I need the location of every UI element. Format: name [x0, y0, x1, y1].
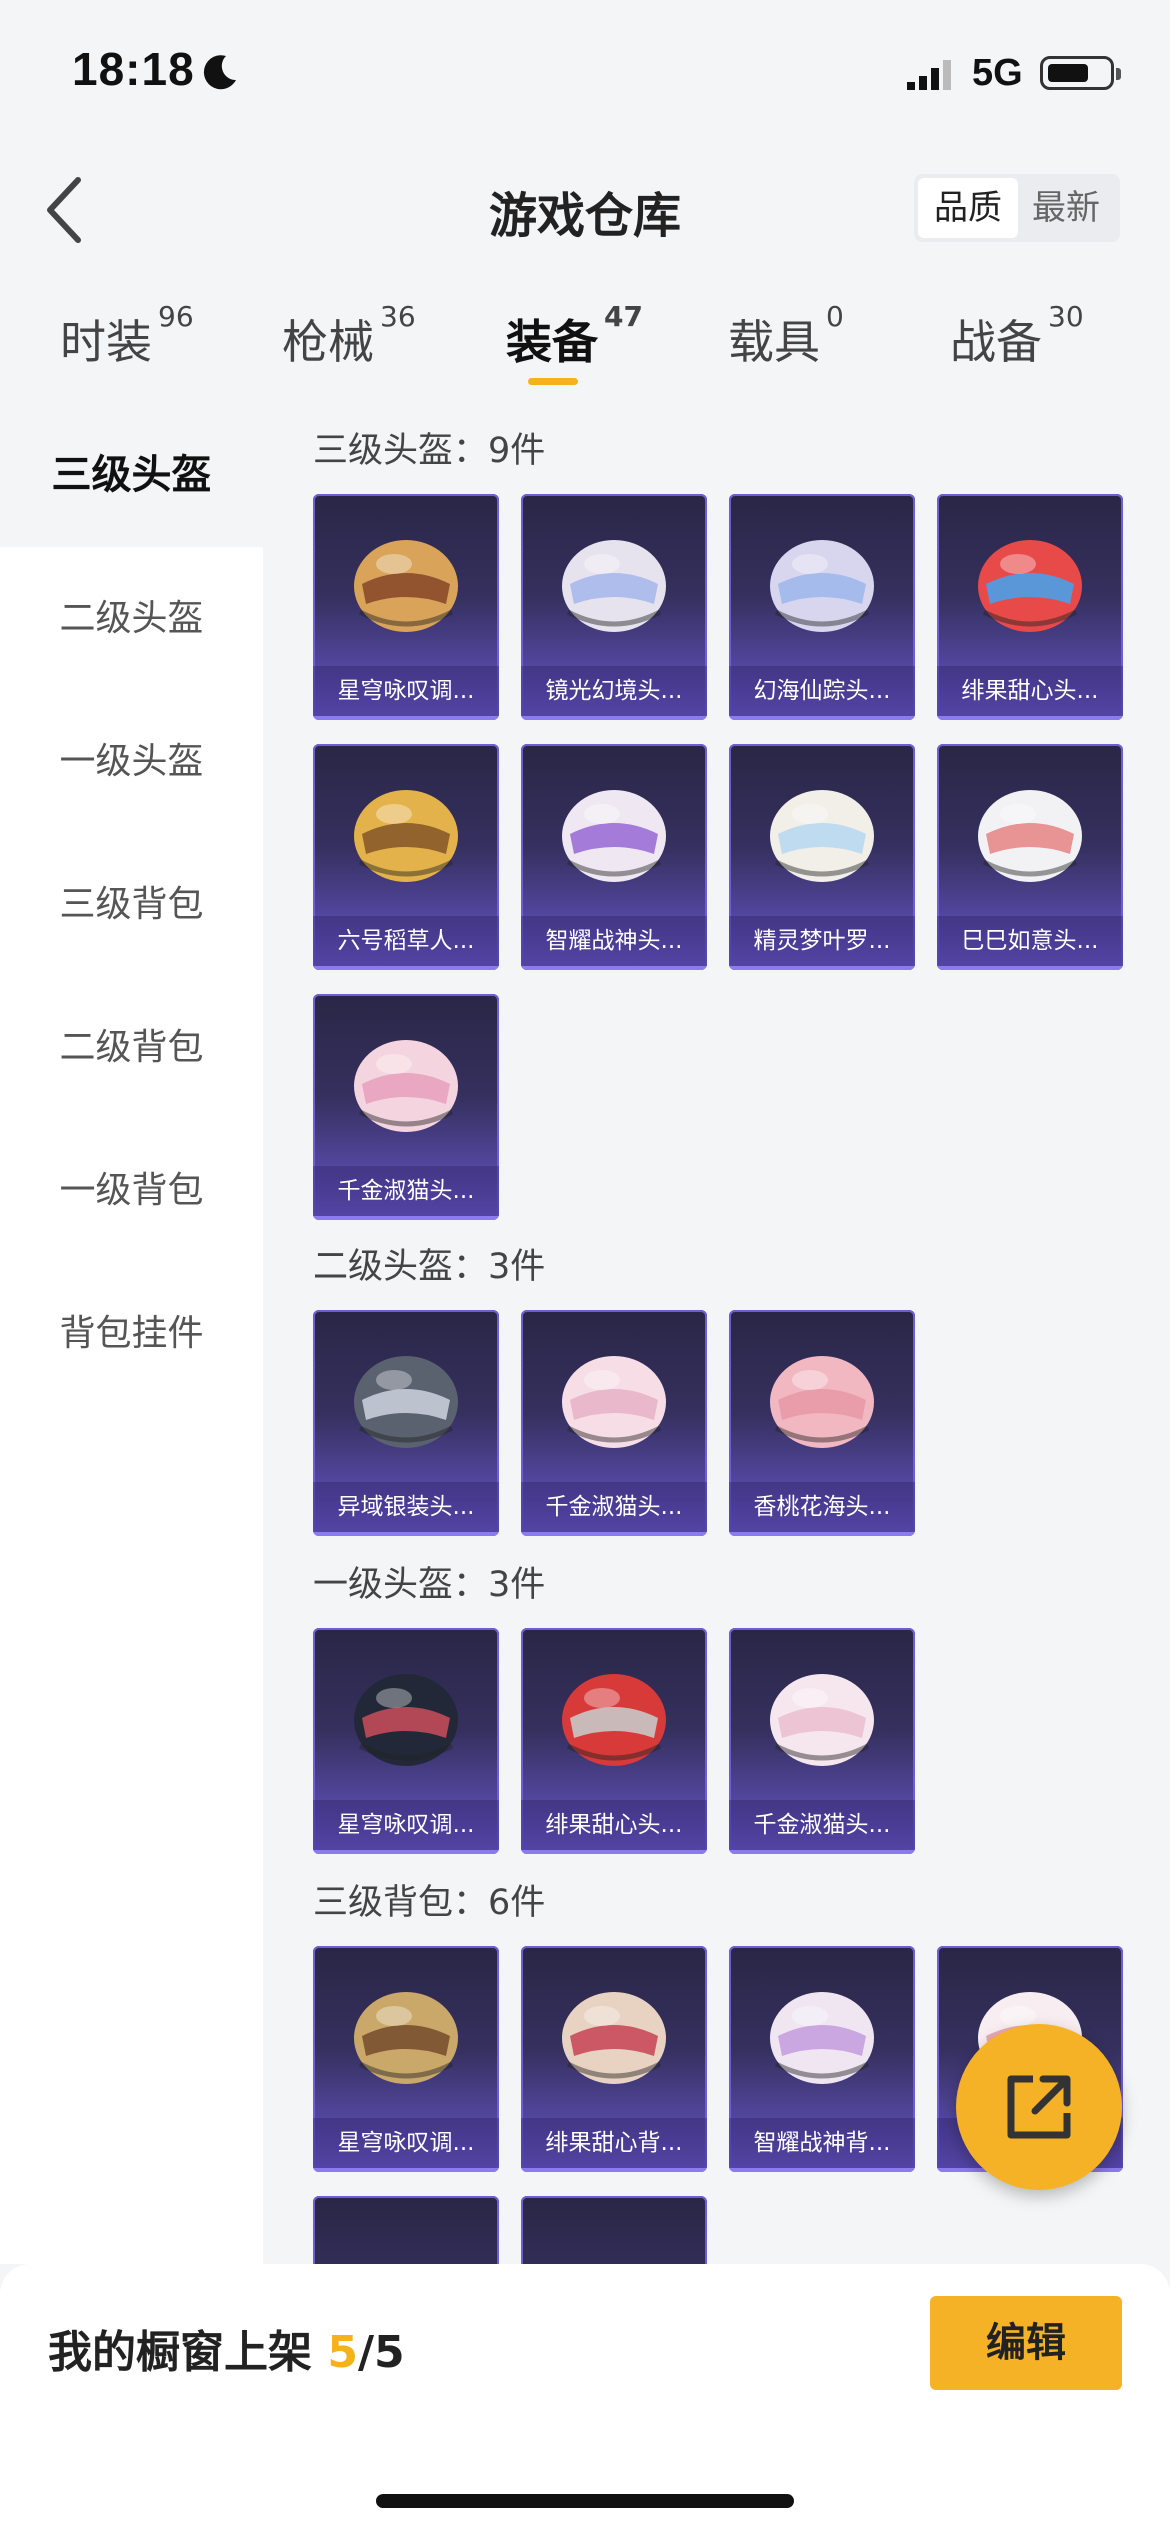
item-card-label: 绯果甜心头...: [937, 666, 1123, 716]
sidebar-item-lvl1-backpack[interactable]: 一级背包: [0, 1119, 263, 1262]
item-card[interactable]: 千金淑猫头...: [729, 1628, 915, 1854]
item-card[interactable]: 智耀战神背...: [729, 1946, 915, 2172]
item-card-label: 千金淑猫头...: [521, 1482, 707, 1532]
item-card-label: 精灵梦叶罗...: [729, 916, 915, 966]
item-image-icon: [978, 790, 1082, 882]
item-image-icon: [354, 540, 458, 632]
item-card-label: 智耀战神背...: [729, 2118, 915, 2168]
item-card[interactable]: [313, 2196, 499, 2264]
moon-icon: [203, 55, 236, 90]
bottom-bar: 我的橱窗上架 5/5 编辑: [0, 2264, 1170, 2532]
item-card[interactable]: 绯果甜心头...: [937, 494, 1123, 720]
item-card-label: 幻海仙踪头...: [729, 666, 915, 716]
item-card-label: 绯果甜心头...: [521, 1800, 707, 1850]
item-image-icon: [562, 790, 666, 882]
item-card[interactable]: 星穹咏叹调...: [313, 1946, 499, 2172]
item-card[interactable]: 星穹咏叹调...: [313, 494, 499, 720]
item-card[interactable]: 绯果甜心头...: [521, 1628, 707, 1854]
item-image-icon: [978, 540, 1082, 632]
tab-equipment[interactable]: 装备 47: [506, 300, 643, 372]
sidebar: 三级头盔 二级头盔 一级头盔 三级背包 二级背包 一级背包 背包挂件: [0, 404, 263, 2264]
sidebar-item-backpack-charm[interactable]: 背包挂件: [0, 1262, 263, 1405]
item-card[interactable]: 智耀战神头...: [521, 744, 707, 970]
item-card[interactable]: 六号稻草人...: [313, 744, 499, 970]
item-card[interactable]: 幻海仙踪头...: [729, 494, 915, 720]
item-card[interactable]: 千金淑猫头...: [313, 994, 499, 1220]
item-card[interactable]: 巳巳如意头...: [937, 744, 1123, 970]
category-tabs: 时装 96 枪械 36 装备 47 载具 0 战备 30: [0, 290, 1170, 400]
item-card-label: 镜光幻境头...: [521, 666, 707, 716]
sidebar-item-lvl3-backpack[interactable]: 三级背包: [0, 833, 263, 976]
item-card-label: 智耀战神头...: [521, 916, 707, 966]
item-card[interactable]: 香桃花海头...: [729, 1310, 915, 1536]
item-card-label: 异域银装头...: [313, 1482, 499, 1532]
item-card-label: 千金淑猫头...: [313, 1166, 499, 1216]
section-title: 三级背包：6件: [313, 1883, 546, 1923]
status-time: 18:18: [72, 43, 195, 95]
sidebar-item-lvl3-helmet[interactable]: 三级头盔: [0, 404, 263, 547]
item-grid-area[interactable]: 三级头盔：9件 二级头盔：3件 一级头盔：3件 三级背包：6件 星穹咏叹调...…: [263, 404, 1170, 2264]
tab-vehicles[interactable]: 载具 0: [728, 300, 844, 372]
item-image-icon: [770, 540, 874, 632]
status-bar: 18:18 5G: [0, 0, 1170, 140]
item-card-label: 六号稻草人...: [313, 916, 499, 966]
share-button[interactable]: [956, 2024, 1122, 2190]
item-card-label: 香桃花海头...: [729, 1482, 915, 1532]
tab-fashion[interactable]: 时装 96: [60, 300, 194, 372]
item-image-icon: [770, 1356, 874, 1448]
item-image-icon: [770, 1992, 874, 2084]
item-card[interactable]: 精灵梦叶罗...: [729, 744, 915, 970]
tab-supplies[interactable]: 战备 30: [950, 300, 1084, 372]
item-card[interactable]: [521, 2196, 707, 2264]
item-image-icon: [562, 1992, 666, 2084]
section-title: 三级头盔：9件: [313, 431, 546, 471]
item-image-icon: [354, 1356, 458, 1448]
battery-icon: [1040, 56, 1121, 90]
item-card-label: 星穹咏叹调...: [313, 666, 499, 716]
showcase-status: 我的橱窗上架 5/5: [48, 2327, 405, 2378]
edit-button[interactable]: 编辑: [930, 2296, 1122, 2390]
item-card-label: 绯果甜心背...: [521, 2118, 707, 2168]
item-image-icon: [354, 1992, 458, 2084]
item-card-label: 星穹咏叹调...: [313, 1800, 499, 1850]
item-card-label: 星穹咏叹调...: [313, 2118, 499, 2168]
section-title: 一级头盔：3件: [313, 1565, 546, 1605]
sidebar-item-lvl2-backpack[interactable]: 二级背包: [0, 976, 263, 1119]
item-image-icon: [562, 1674, 666, 1766]
sidebar-item-lvl1-helmet[interactable]: 一级头盔: [0, 690, 263, 833]
sort-option-quality[interactable]: 品质: [918, 178, 1018, 238]
item-card[interactable]: 星穹咏叹调...: [313, 1628, 499, 1854]
item-card-label: 巳巳如意头...: [937, 916, 1123, 966]
network-type: 5G: [972, 52, 1023, 94]
item-image-icon: [562, 1356, 666, 1448]
item-card[interactable]: 千金淑猫头...: [521, 1310, 707, 1536]
tab-guns[interactable]: 枪械 36: [282, 300, 416, 372]
item-image-icon: [354, 790, 458, 882]
share-icon: [1007, 2075, 1071, 2139]
active-tab-indicator: [528, 378, 578, 385]
item-card[interactable]: 绯果甜心背...: [521, 1946, 707, 2172]
signal-icon: [907, 60, 951, 90]
item-image-icon: [354, 1040, 458, 1132]
item-card[interactable]: 镜光幻境头...: [521, 494, 707, 720]
item-image-icon: [770, 1674, 874, 1766]
home-indicator: [376, 2494, 794, 2508]
item-image-icon: [354, 1674, 458, 1766]
sidebar-item-lvl2-helmet[interactable]: 二级头盔: [0, 547, 263, 690]
item-card[interactable]: 异域银装头...: [313, 1310, 499, 1536]
sort-toggle[interactable]: 品质 最新: [914, 174, 1120, 242]
item-image-icon: [770, 790, 874, 882]
item-card-label: 千金淑猫头...: [729, 1800, 915, 1850]
item-image-icon: [562, 540, 666, 632]
section-title: 二级头盔：3件: [313, 1247, 546, 1287]
sort-option-newest[interactable]: 最新: [1016, 178, 1116, 238]
